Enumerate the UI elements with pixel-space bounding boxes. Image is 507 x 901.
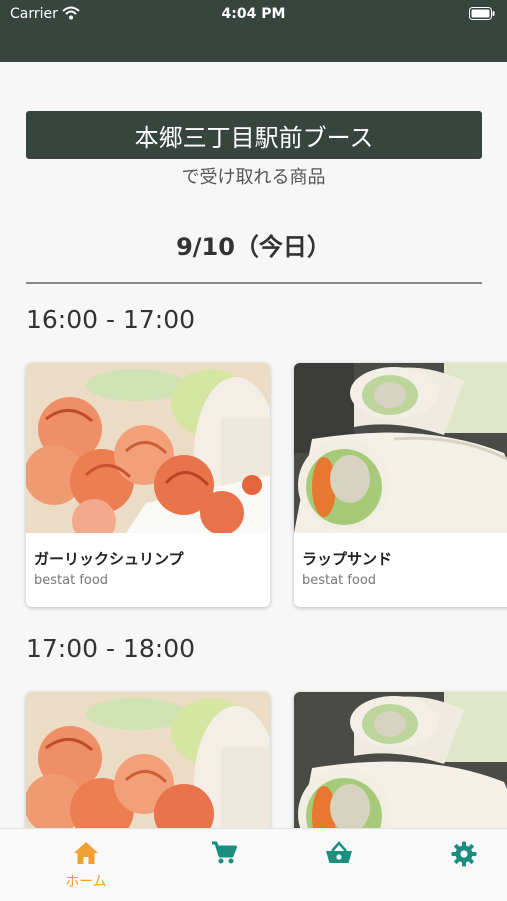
basket-icon xyxy=(326,841,352,863)
tab-bar: ホーム xyxy=(0,828,507,901)
product-maker: bestat food xyxy=(302,573,377,588)
tab-home-label: ホーム xyxy=(65,874,107,890)
garlic-shrimp-photo xyxy=(26,363,270,533)
wrap-sandwich-photo xyxy=(294,363,507,533)
booth-name-banner: 本郷三丁目駅前ブース xyxy=(26,111,482,159)
product-maker: bestat food xyxy=(34,573,109,588)
product-card-wrap-sandwich[interactable]: ラップサンド bestat food xyxy=(294,363,507,607)
time-slot-title: 17:00 - 18:00 xyxy=(26,634,196,663)
product-card-wrap-sandwich[interactable] xyxy=(294,692,507,828)
home-icon xyxy=(74,842,98,864)
tab-settings[interactable] xyxy=(404,829,507,901)
status-bar: Carrier 4:04 PM xyxy=(0,0,507,62)
product-name: ラップサンド xyxy=(302,550,393,568)
wrap-sandwich-photo xyxy=(294,692,507,828)
status-time: 4:04 PM xyxy=(221,6,286,22)
gear-icon xyxy=(451,841,477,867)
main-content[interactable]: 本郷三丁目駅前ブース で受け取れる商品 9/10（今日） 16:00 - 17:… xyxy=(0,62,507,828)
time-slot-title: 16:00 - 17:00 xyxy=(26,305,196,334)
date-heading: 9/10（今日） xyxy=(176,233,331,261)
booth-name: 本郷三丁目駅前ブース xyxy=(134,123,374,152)
cart-icon xyxy=(212,841,237,864)
product-card-garlic-shrimp[interactable] xyxy=(26,692,270,828)
divider xyxy=(26,282,482,284)
tab-cart[interactable] xyxy=(164,829,284,901)
product-card-garlic-shrimp[interactable]: ガーリックシュリンプ bestat food xyxy=(26,363,270,607)
booth-subtitle: で受け取れる商品 xyxy=(181,167,326,188)
tab-basket[interactable] xyxy=(278,829,398,901)
tab-home[interactable]: ホーム xyxy=(26,829,146,901)
battery-icon xyxy=(469,7,495,20)
product-name: ガーリックシュリンプ xyxy=(34,550,184,568)
garlic-shrimp-photo xyxy=(26,692,270,828)
